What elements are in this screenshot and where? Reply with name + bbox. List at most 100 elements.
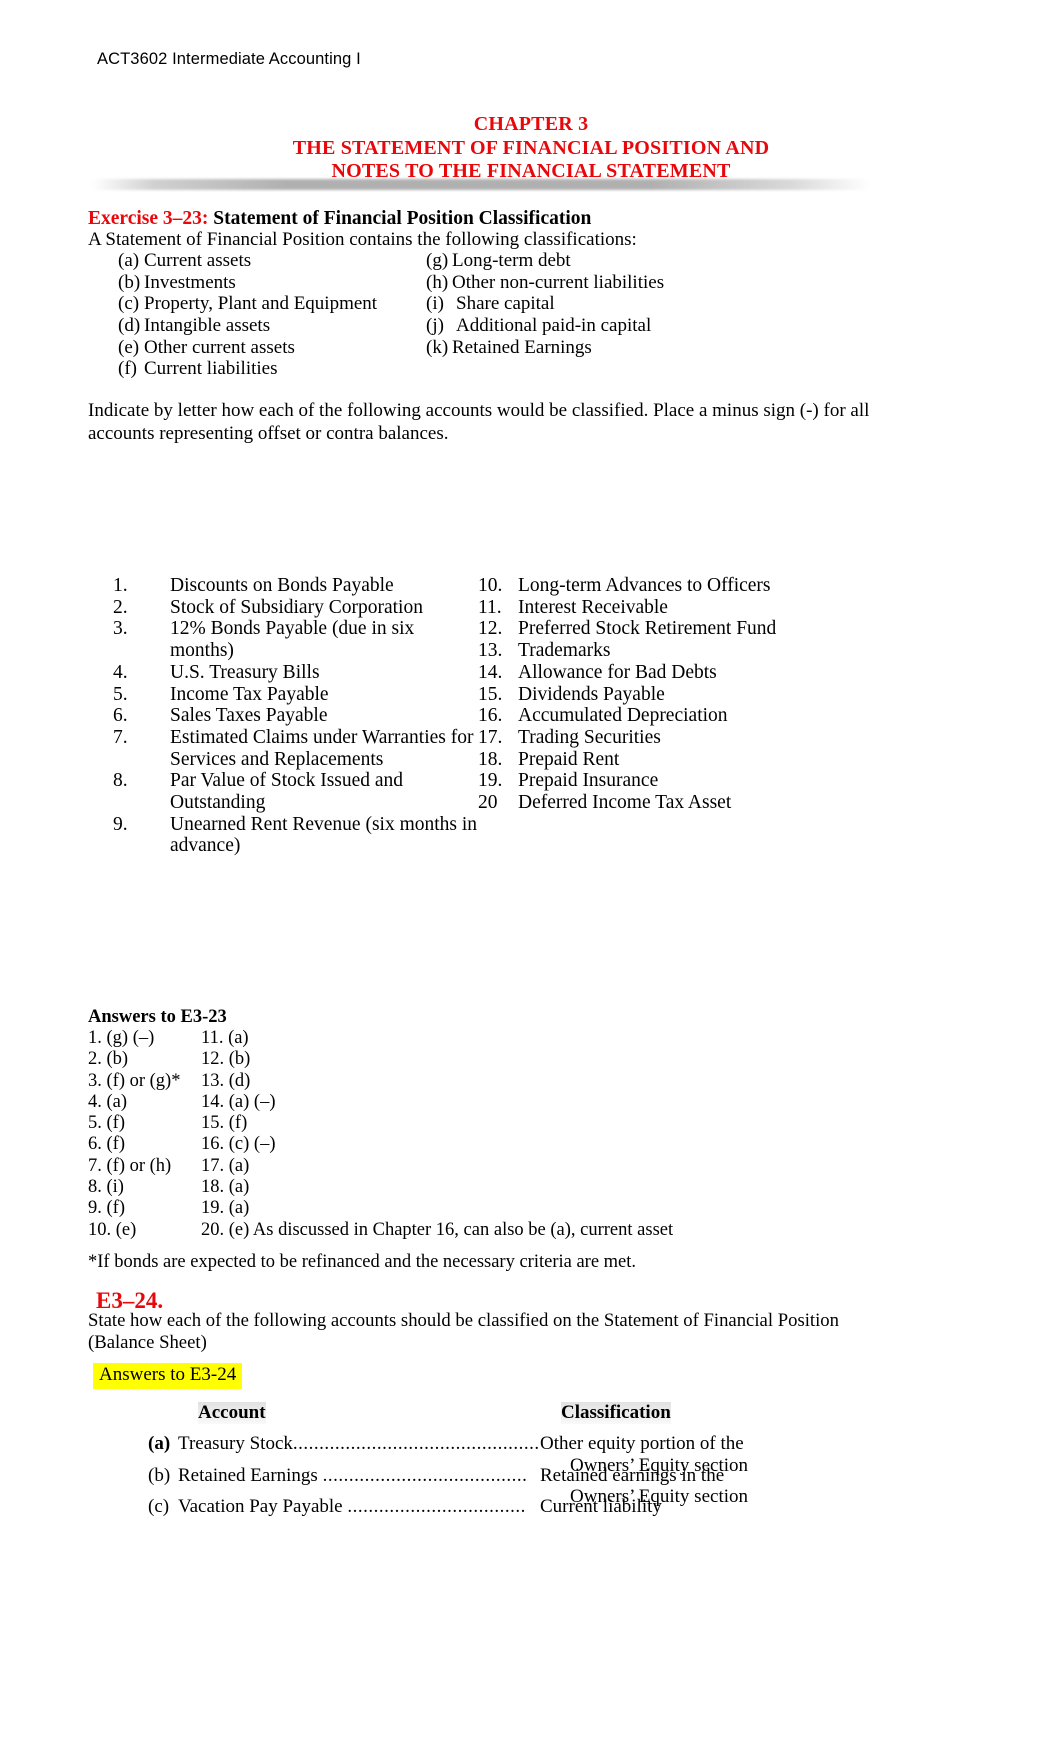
list-item-text: Prepaid Insurance: [518, 770, 659, 792]
leader-dots: .......................................: [322, 1464, 528, 1486]
classification-right: (i) Share capital: [426, 293, 555, 315]
title-divider: [92, 179, 870, 190]
list-item-text: Trademarks: [518, 640, 611, 662]
list-item: 19. Prepaid Insurance: [478, 770, 858, 792]
list-item-text: Dividends Payable: [518, 683, 665, 705]
answer-right: 12. (b): [201, 1049, 251, 1070]
classification-right: (g) Long-term debt: [426, 250, 571, 272]
column-header-account: Account: [198, 1402, 266, 1424]
list-item-text: Allowance for Bad Debts: [518, 661, 717, 683]
answer-left: 7. (f) or (h): [88, 1155, 172, 1176]
list-item: 8. Par Value of Stock Issued and Outstand…: [113, 770, 493, 813]
table-row: (b) Retained Earnings ...................…: [88, 1464, 938, 1508]
list-item: 7. Estimated Claims under Warranties for S…: [113, 727, 493, 770]
classification-left-tag: (f): [118, 358, 137, 380]
exercise-label: Exercise 3–23:: [88, 208, 209, 229]
accounts-column-right: 10. Long-term Advances to Officers 11. Int…: [478, 575, 858, 814]
answer-right: 13. (d): [201, 1070, 251, 1091]
table-cell-account: (b) Retained Earnings ...................…: [148, 1465, 528, 1487]
list-item-text: Income Tax Payable: [170, 683, 329, 705]
table-cell-classification: Current liability: [540, 1496, 930, 1518]
classification-left-tag: (c): [118, 293, 140, 315]
accounts-column-left: 1. Discounts on Bonds Payable 2. Stock of …: [113, 575, 493, 857]
classification-right-text: Retained Earnings: [452, 336, 592, 358]
list-item: 6. Sales Taxes Payable: [113, 705, 493, 727]
chapter-title: CHAPTER 3 THE STATEMENT OF FINANCIAL POS…: [0, 113, 1062, 184]
answer-right: 14. (a) (–): [201, 1091, 276, 1112]
list-item-text: Preferred Stock Retirement Fund: [518, 618, 777, 640]
answer-right: 17. (a): [201, 1155, 250, 1176]
list-item-number: 9.: [113, 813, 128, 835]
answer-left: 10. (e): [88, 1219, 137, 1240]
answer-row: 1. (g) (–) 11. (a): [88, 1028, 888, 1049]
exercise-title: Statement of Financial Position Classifi…: [208, 208, 592, 229]
answer-row: 2. (b) 12. (b): [88, 1049, 888, 1070]
list-item-text: Prepaid Rent: [518, 748, 620, 770]
list-item-text: Discounts on Bonds Payable: [170, 575, 394, 596]
list-item-number: 6.: [113, 705, 128, 727]
column-header-classification: Classification: [561, 1402, 671, 1424]
answers-footnote: *If bonds are expected to be refinanced …: [88, 1252, 637, 1272]
table-cell-account: (a) Treasury Stock.......................…: [148, 1433, 539, 1455]
answers-grid: 1. (g) (–) 11. (a) 2. (b) 12. (b) 3. (f) o…: [88, 1028, 888, 1241]
list-item-text: U.S. Treasury Bills: [170, 661, 320, 683]
list-item: 14. Allowance for Bad Debts: [478, 662, 858, 684]
table-row: (c) Vacation Pay Payable ................…: [88, 1496, 938, 1518]
leader-dots: ..................................: [347, 1496, 526, 1517]
row-label: (c): [148, 1496, 170, 1517]
answer-right: 16. (c) (–): [201, 1134, 276, 1155]
instruction-paragraph: Indicate by letter how each of the follo…: [88, 400, 870, 444]
answer-row: 9. (f) 19. (a): [88, 1198, 888, 1219]
course-header: ACT3602 Intermediate Accounting I: [97, 50, 361, 68]
list-item-number: 17.: [478, 726, 503, 748]
list-item: 16. Accumulated Depreciation: [478, 705, 858, 727]
list-item-number: 8.: [113, 770, 128, 792]
account-name: Retained Earnings: [178, 1464, 323, 1486]
list-item-number: 15.: [478, 683, 503, 705]
list-item-text: Unearned Rent Revenue (six months in: [170, 813, 478, 835]
list-item-number: 5.: [113, 683, 128, 705]
classification-list: (a) Current assets (g) Long-term debt (b) I…: [88, 250, 848, 380]
answer-row: 10. (e) 20. (e) As discussed in Chapter 1…: [88, 1220, 888, 1241]
chapter-title-line-2: THE STATEMENT OF FINANCIAL POSITION AND: [292, 136, 770, 159]
answers-heading: Answers to E3-23: [88, 1007, 227, 1027]
classification-left: (e) Other current assets: [118, 337, 295, 359]
list-item-text: 12% Bonds Payable (due in six: [170, 618, 415, 640]
classification-line-1: Current liability: [540, 1496, 662, 1517]
list-item: 12. Preferred Stock Retirement Fund: [478, 618, 858, 640]
list-item: 18. Prepaid Rent: [478, 749, 858, 771]
row-label: (b): [148, 1464, 171, 1486]
classification-left-tag: (e): [118, 336, 140, 358]
classification-row: (c) Property, Plant and Equipment (i) Shar…: [88, 293, 848, 315]
list-item-text: Trading Securities: [518, 726, 661, 748]
answer-right: 20. (e) As discussed in Chapter 16, can …: [201, 1219, 674, 1240]
classification-line-1: Other equity portion of the: [540, 1433, 744, 1454]
list-item-text: Sales Taxes Payable: [170, 705, 328, 727]
list-item: 4. U.S. Treasury Bills: [113, 662, 493, 684]
classification-left-text: Current liabilities: [144, 358, 278, 380]
list-item-text: Accumulated Depreciation: [518, 705, 728, 727]
list-item-number: 19.: [478, 770, 503, 792]
list-item-text: Estimated Claims under Warranties for: [170, 726, 474, 748]
list-item-text-cont: advance): [170, 835, 241, 857]
answer-right: 18. (a): [201, 1177, 250, 1198]
row-label: (a): [148, 1433, 171, 1454]
list-item: 17. Trading Securities: [478, 727, 858, 749]
list-item-number: 1.: [113, 575, 128, 596]
answer-left: 1. (g) (–): [88, 1028, 155, 1048]
answer-left: 3. (f) or (g)*: [88, 1070, 181, 1091]
classification-right: (j) Additional paid-in capital: [426, 315, 651, 337]
list-item-number: 2.: [113, 596, 128, 618]
classification-right-tag: (h): [426, 271, 449, 293]
classification-line-1: Retained earnings in the: [540, 1464, 725, 1486]
classification-left: (b) Investments: [118, 272, 236, 294]
answer-left: 5. (f): [88, 1113, 125, 1134]
classification-row: (f) Current liabilities: [88, 358, 848, 380]
list-item-text: Deferred Income Tax Asset: [518, 792, 732, 814]
answer-left: 9. (f): [88, 1198, 125, 1219]
classification-right-tag: (g): [426, 250, 449, 271]
answer-row: 5. (f) 15. (f): [88, 1113, 888, 1134]
classification-row: (b) Investments (h) Other non-current liab…: [88, 272, 848, 294]
account-name: Vacation Pay Payable: [178, 1496, 348, 1517]
list-item-number: 7.: [113, 726, 128, 748]
